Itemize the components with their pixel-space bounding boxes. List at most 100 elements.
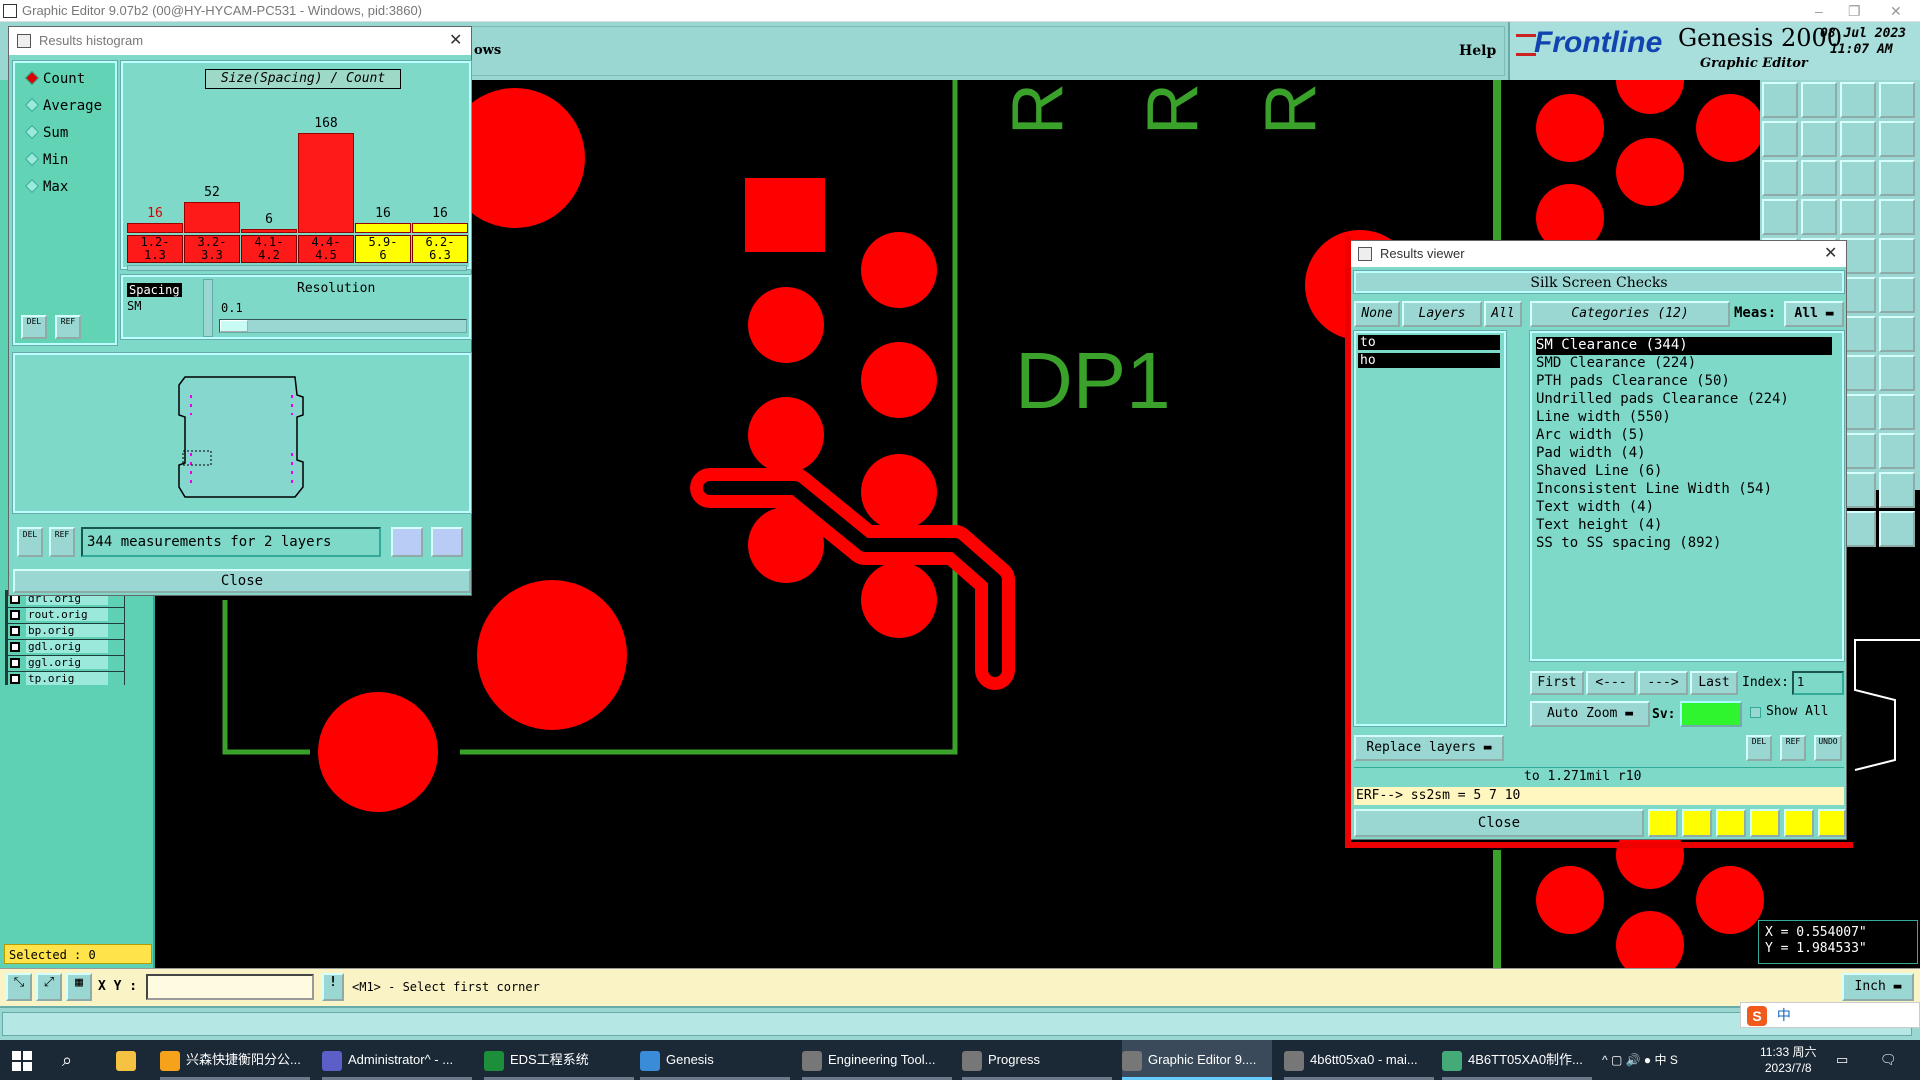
chart-scrollbar[interactable] xyxy=(127,265,467,271)
index-input[interactable]: 1 xyxy=(1792,671,1844,695)
del-button[interactable]: DEL xyxy=(17,527,43,557)
info-icon[interactable]: ! xyxy=(322,973,344,1001)
report-icon[interactable] xyxy=(1750,809,1780,837)
copy-icon[interactable] xyxy=(1879,160,1915,196)
spacing-item-selected[interactable]: Spacing xyxy=(127,283,182,297)
histogram-bar[interactable] xyxy=(127,223,183,233)
spacing-item-sm[interactable]: SM xyxy=(127,299,141,313)
layer-row[interactable]: tp.orig xyxy=(8,672,124,687)
category-item[interactable]: SS to SS spacing (892) xyxy=(1536,535,1721,553)
categories-button[interactable]: Categories (12) xyxy=(1530,301,1730,327)
down-layer-icon[interactable] xyxy=(1801,82,1837,118)
move-right-icon[interactable] xyxy=(1801,121,1837,157)
layer-checkbox[interactable] xyxy=(10,658,20,668)
move-icon[interactable] xyxy=(1840,121,1876,157)
ref-button[interactable]: REF xyxy=(49,527,75,557)
arm-icon[interactable] xyxy=(1762,199,1798,235)
del-button[interactable]: DEL xyxy=(1746,735,1772,761)
taskbar-item[interactable]: 4b6tt05xa0 - mai... xyxy=(1284,1040,1434,1080)
clock[interactable]: 11:33 周六 2023/7/8 xyxy=(1760,1040,1816,1080)
record-icon[interactable] xyxy=(1801,199,1837,235)
search-icon[interactable]: ⌕ xyxy=(62,1040,72,1080)
histogram-export-icon[interactable] xyxy=(391,527,423,557)
ref-button[interactable]: REF xyxy=(55,315,81,339)
layer-item-to[interactable]: to xyxy=(1358,335,1500,350)
histogram-icon[interactable] xyxy=(1818,809,1846,837)
radio-average[interactable]: Average xyxy=(24,97,102,114)
prev-button[interactable]: <--- xyxy=(1586,671,1636,695)
histogram-chart-icon[interactable] xyxy=(431,527,463,557)
histogram-bar[interactable] xyxy=(241,229,297,233)
category-item[interactable]: Arc width (5) xyxy=(1536,427,1646,445)
category-item[interactable]: Text width (4) xyxy=(1536,499,1654,517)
panels-icon[interactable] xyxy=(1879,82,1915,118)
histogram-bar[interactable] xyxy=(412,223,468,233)
category-item[interactable]: SM Clearance (344) xyxy=(1536,337,1832,355)
layer-item-ho[interactable]: ho xyxy=(1358,353,1500,368)
measure-dots-icon[interactable] xyxy=(1879,199,1915,235)
category-item[interactable]: Pad width (4) xyxy=(1536,445,1646,463)
stop-icon[interactable] xyxy=(1682,809,1712,837)
close-icon[interactable]: ✕ xyxy=(1824,241,1837,267)
layer-checkbox[interactable] xyxy=(10,626,20,636)
category-item[interactable]: PTH pads Clearance (50) xyxy=(1536,373,1730,391)
category-item[interactable]: Inconsistent Line Width (54) xyxy=(1536,481,1772,499)
taskbar-item[interactable]: 4B6TT05XA0制作... xyxy=(1442,1040,1592,1080)
sv-color-select[interactable] xyxy=(1680,701,1742,727)
xy-input[interactable] xyxy=(146,974,314,1000)
notification-icon[interactable]: 🗨 xyxy=(1880,1040,1897,1080)
zoom-area-icon[interactable]: ⤡ xyxy=(6,973,32,1001)
spacing-scrollbar[interactable] xyxy=(203,279,213,337)
radio-max[interactable]: Max xyxy=(24,178,68,195)
minimize-icon[interactable]: – xyxy=(1815,0,1823,22)
tool-icon[interactable] xyxy=(1879,238,1915,274)
list-icon[interactable] xyxy=(1784,809,1814,837)
layer-checkbox[interactable] xyxy=(10,642,20,652)
category-item[interactable]: Shaved Line (6) xyxy=(1536,463,1662,481)
up-layer-icon[interactable] xyxy=(1762,82,1798,118)
tool-icon[interactable] xyxy=(1879,316,1915,352)
category-item[interactable]: Undrilled pads Clearance (224) xyxy=(1536,391,1789,409)
radio-min[interactable]: Min xyxy=(24,151,68,168)
none-button[interactable]: None xyxy=(1354,301,1400,327)
taskbar-item[interactable]: Engineering Tool... xyxy=(802,1040,952,1080)
grid-dots-icon[interactable] xyxy=(1840,199,1876,235)
show-desktop-icon[interactable]: ▭ xyxy=(1836,1040,1848,1080)
results-viewer-close-button[interactable]: Close xyxy=(1354,809,1644,837)
del-button[interactable]: DEL xyxy=(21,315,47,339)
histogram-bar[interactable] xyxy=(355,223,411,233)
tool-icon[interactable] xyxy=(1879,433,1915,469)
close-icon[interactable]: ✕ xyxy=(1890,0,1902,22)
taskbar-item[interactable]: Progress xyxy=(962,1040,1112,1080)
file-explorer-icon[interactable] xyxy=(116,1040,142,1080)
layer-row[interactable]: ggl.orig xyxy=(8,656,124,671)
layer-row[interactable]: bp.orig xyxy=(8,624,124,639)
swap-icon[interactable] xyxy=(1879,121,1915,157)
radio-sum[interactable]: Sum xyxy=(24,124,68,141)
layer-checkbox[interactable] xyxy=(10,610,20,620)
tray-icons[interactable]: ^ ▢ 🔊 ● 中 S xyxy=(1602,1040,1678,1080)
tool-icon[interactable] xyxy=(1879,277,1915,313)
move-left-icon[interactable] xyxy=(1762,121,1798,157)
clear-icon[interactable] xyxy=(1716,809,1746,837)
last-button[interactable]: Last xyxy=(1690,671,1738,695)
measure-icon[interactable]: ⤢ xyxy=(36,973,62,1001)
ime-bar[interactable]: S 中 xyxy=(1740,1002,1920,1028)
category-item[interactable]: Line width (550) xyxy=(1536,409,1671,427)
tool-icon[interactable] xyxy=(1879,511,1915,547)
histogram-close-button[interactable]: Close xyxy=(13,569,471,593)
close-icon[interactable]: ✕ xyxy=(449,27,462,55)
home-icon[interactable] xyxy=(1840,82,1876,118)
resolution-slider[interactable] xyxy=(219,319,467,333)
taskbar-item[interactable]: EDS工程系统 xyxy=(484,1040,634,1080)
taskbar-item[interactable]: Genesis xyxy=(640,1040,790,1080)
all-button[interactable]: All xyxy=(1484,301,1522,327)
units-select[interactable]: Inch ▬ xyxy=(1842,973,1914,1001)
replace-layers-select[interactable]: Replace layers ▬ xyxy=(1354,735,1504,761)
fit-icon[interactable] xyxy=(1762,160,1798,196)
taskbar-item[interactable]: 兴森快捷衡阳分公... xyxy=(160,1040,310,1080)
show-all-checkbox[interactable] xyxy=(1750,707,1761,718)
menu-windows-partial[interactable]: ows xyxy=(474,43,501,58)
layer-checkbox[interactable] xyxy=(10,674,20,684)
grid-icon[interactable]: ▦ xyxy=(66,973,92,1001)
